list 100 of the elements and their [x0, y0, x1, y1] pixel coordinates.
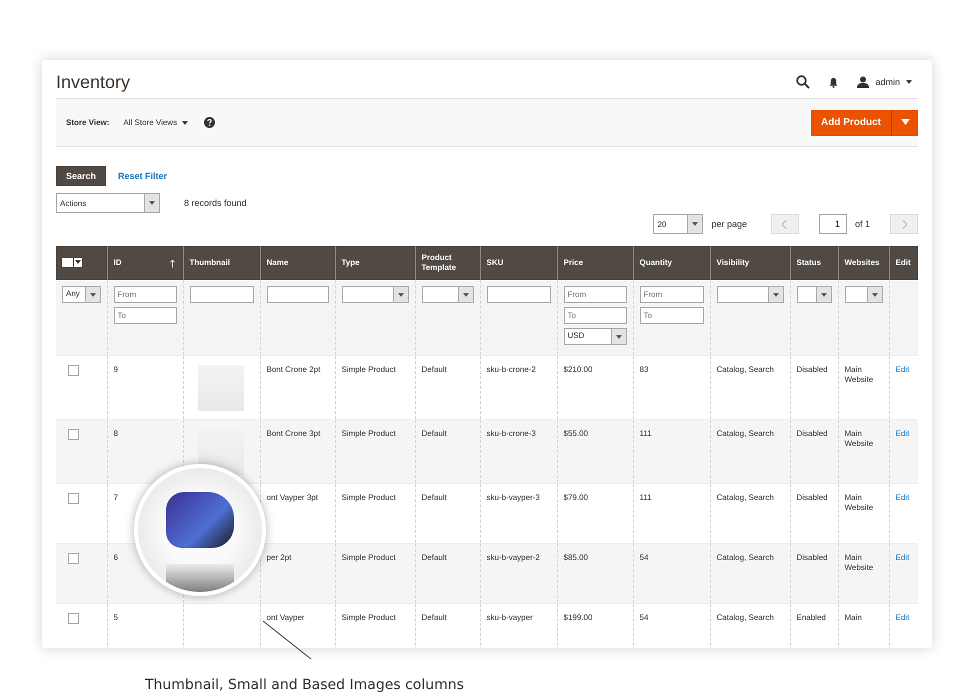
table-cell: sku-b-vayper-2 [486, 553, 540, 562]
row-checkbox[interactable] [68, 429, 79, 440]
table-cell: ont Vayper 3pt [266, 493, 318, 502]
filter-dropdown[interactable]: Any [62, 286, 100, 303]
table-cell: Default [422, 613, 447, 622]
records-count: 8 records found [184, 198, 247, 208]
photo-placeholder [166, 564, 234, 592]
row-checkbox[interactable] [68, 365, 79, 376]
table-cell: Disabled [796, 365, 828, 374]
caret-icon [462, 292, 468, 296]
table-cell: Catalog, Search [716, 553, 774, 562]
caret-icon [616, 334, 622, 338]
caret-icon [90, 292, 96, 296]
page-count: of 1 [854, 219, 870, 229]
filter-field[interactable]: To [564, 307, 626, 324]
table-cell: Catalog, Search [716, 613, 774, 622]
caret-icon [906, 80, 912, 84]
table-cell: Default [422, 429, 447, 438]
table-cell: sku-b-vayper-3 [486, 493, 540, 502]
store-view-label: Store View: [66, 118, 110, 127]
table-cell: Main [844, 613, 862, 622]
table-cell: $210.00 [564, 365, 592, 374]
table-cell: sku-b-vayper [486, 613, 533, 622]
filter-dropdown[interactable] [844, 286, 882, 303]
table-cell: 6 [114, 553, 118, 562]
user-icon [857, 76, 870, 88]
table-cell: 9 [114, 365, 118, 374]
table-cell: Simple Product [342, 553, 396, 562]
table-cell: Default [422, 365, 447, 374]
leader-line [262, 620, 312, 660]
table-cell: Main Website [844, 365, 874, 384]
filter-field[interactable]: From [564, 286, 626, 303]
row-checkbox[interactable] [68, 613, 79, 624]
mass-select-control[interactable] [62, 258, 82, 266]
filter-dropdown[interactable] [422, 286, 474, 303]
actions-dropdown[interactable]: Actions [56, 193, 160, 213]
edit-link[interactable]: Edit [896, 613, 910, 622]
table-cell: Bont Crone 2pt [266, 365, 320, 374]
filter-field[interactable] [266, 286, 328, 303]
row-checkbox[interactable] [68, 553, 79, 564]
next-page-button[interactable] [890, 214, 918, 234]
chevron-left-icon [782, 220, 788, 228]
reset-filter-link[interactable]: Reset Filter [118, 171, 168, 181]
search-button[interactable]: Search [56, 166, 106, 186]
page-title: Inventory [56, 72, 130, 92]
filter-field[interactable]: To [640, 307, 704, 324]
store-view-dropdown[interactable]: All Store Views [123, 118, 188, 127]
page-number-field[interactable]: 1 [818, 214, 847, 234]
chevron-right-icon [902, 220, 906, 228]
photo-placeholder [166, 492, 234, 548]
table-cell: 111 [640, 429, 652, 438]
table-cell: $85.00 [564, 553, 588, 562]
user-menu[interactable]: admin [857, 76, 912, 88]
table-cell: Simple Product [342, 493, 396, 502]
table-cell: per 2pt [266, 553, 292, 562]
table-cell: Catalog, Search [716, 429, 774, 438]
table-cell: 111 [640, 493, 652, 502]
caret-icon [149, 201, 155, 205]
column-header[interactable]: Edit [896, 258, 912, 268]
filter-field[interactable]: From [114, 286, 176, 303]
table-cell: Disabled [796, 553, 828, 562]
filter-dropdown[interactable] [342, 286, 408, 303]
table-cell: 83 [640, 365, 648, 374]
table-cell: Enabled [796, 613, 826, 622]
edit-link[interactable]: Edit [896, 553, 910, 562]
caret-icon [872, 292, 878, 296]
filter-dropdown[interactable] [716, 286, 784, 303]
table-cell: 5 [114, 613, 118, 622]
filter-field[interactable]: To [114, 307, 176, 324]
previous-page-button[interactable] [770, 214, 799, 234]
table-cell: Default [422, 553, 447, 562]
table-cell: 7 [114, 493, 118, 502]
caret-icon [772, 292, 778, 296]
edit-link[interactable]: Edit [896, 493, 910, 502]
table-cell: 54 [640, 613, 648, 622]
filter-dropdown[interactable]: USD [564, 328, 626, 345]
edit-link[interactable]: Edit [896, 365, 910, 374]
per-page-dropdown[interactable]: 20 [653, 214, 704, 234]
table-cell: Bont Crone 3pt [266, 429, 320, 438]
table-cell: Main Website [844, 553, 874, 572]
caret-icon [900, 119, 910, 126]
table-cell: $199.00 [564, 613, 592, 622]
sort-arrow-icon[interactable] [170, 259, 174, 268]
filter-field[interactable] [486, 286, 550, 303]
caret-icon [398, 292, 404, 296]
table-cell: Catalog, Search [716, 365, 774, 374]
filter-field[interactable]: From [640, 286, 704, 303]
row-checkbox[interactable] [68, 493, 79, 504]
bell-icon[interactable] [828, 76, 840, 88]
dropdown-toggle-button[interactable] [892, 110, 918, 136]
table-cell: $55.00 [564, 429, 588, 438]
search-icon[interactable] [796, 75, 810, 89]
table-cell: Default [422, 493, 447, 502]
add-product-button[interactable]: Add Product [811, 110, 892, 136]
filter-field[interactable] [190, 286, 254, 303]
help-icon[interactable] [204, 117, 216, 128]
table-cell: Main Website [844, 493, 874, 512]
edit-link[interactable]: Edit [896, 429, 910, 438]
filter-dropdown[interactable] [796, 286, 832, 303]
table-cell: Disabled [796, 429, 828, 438]
